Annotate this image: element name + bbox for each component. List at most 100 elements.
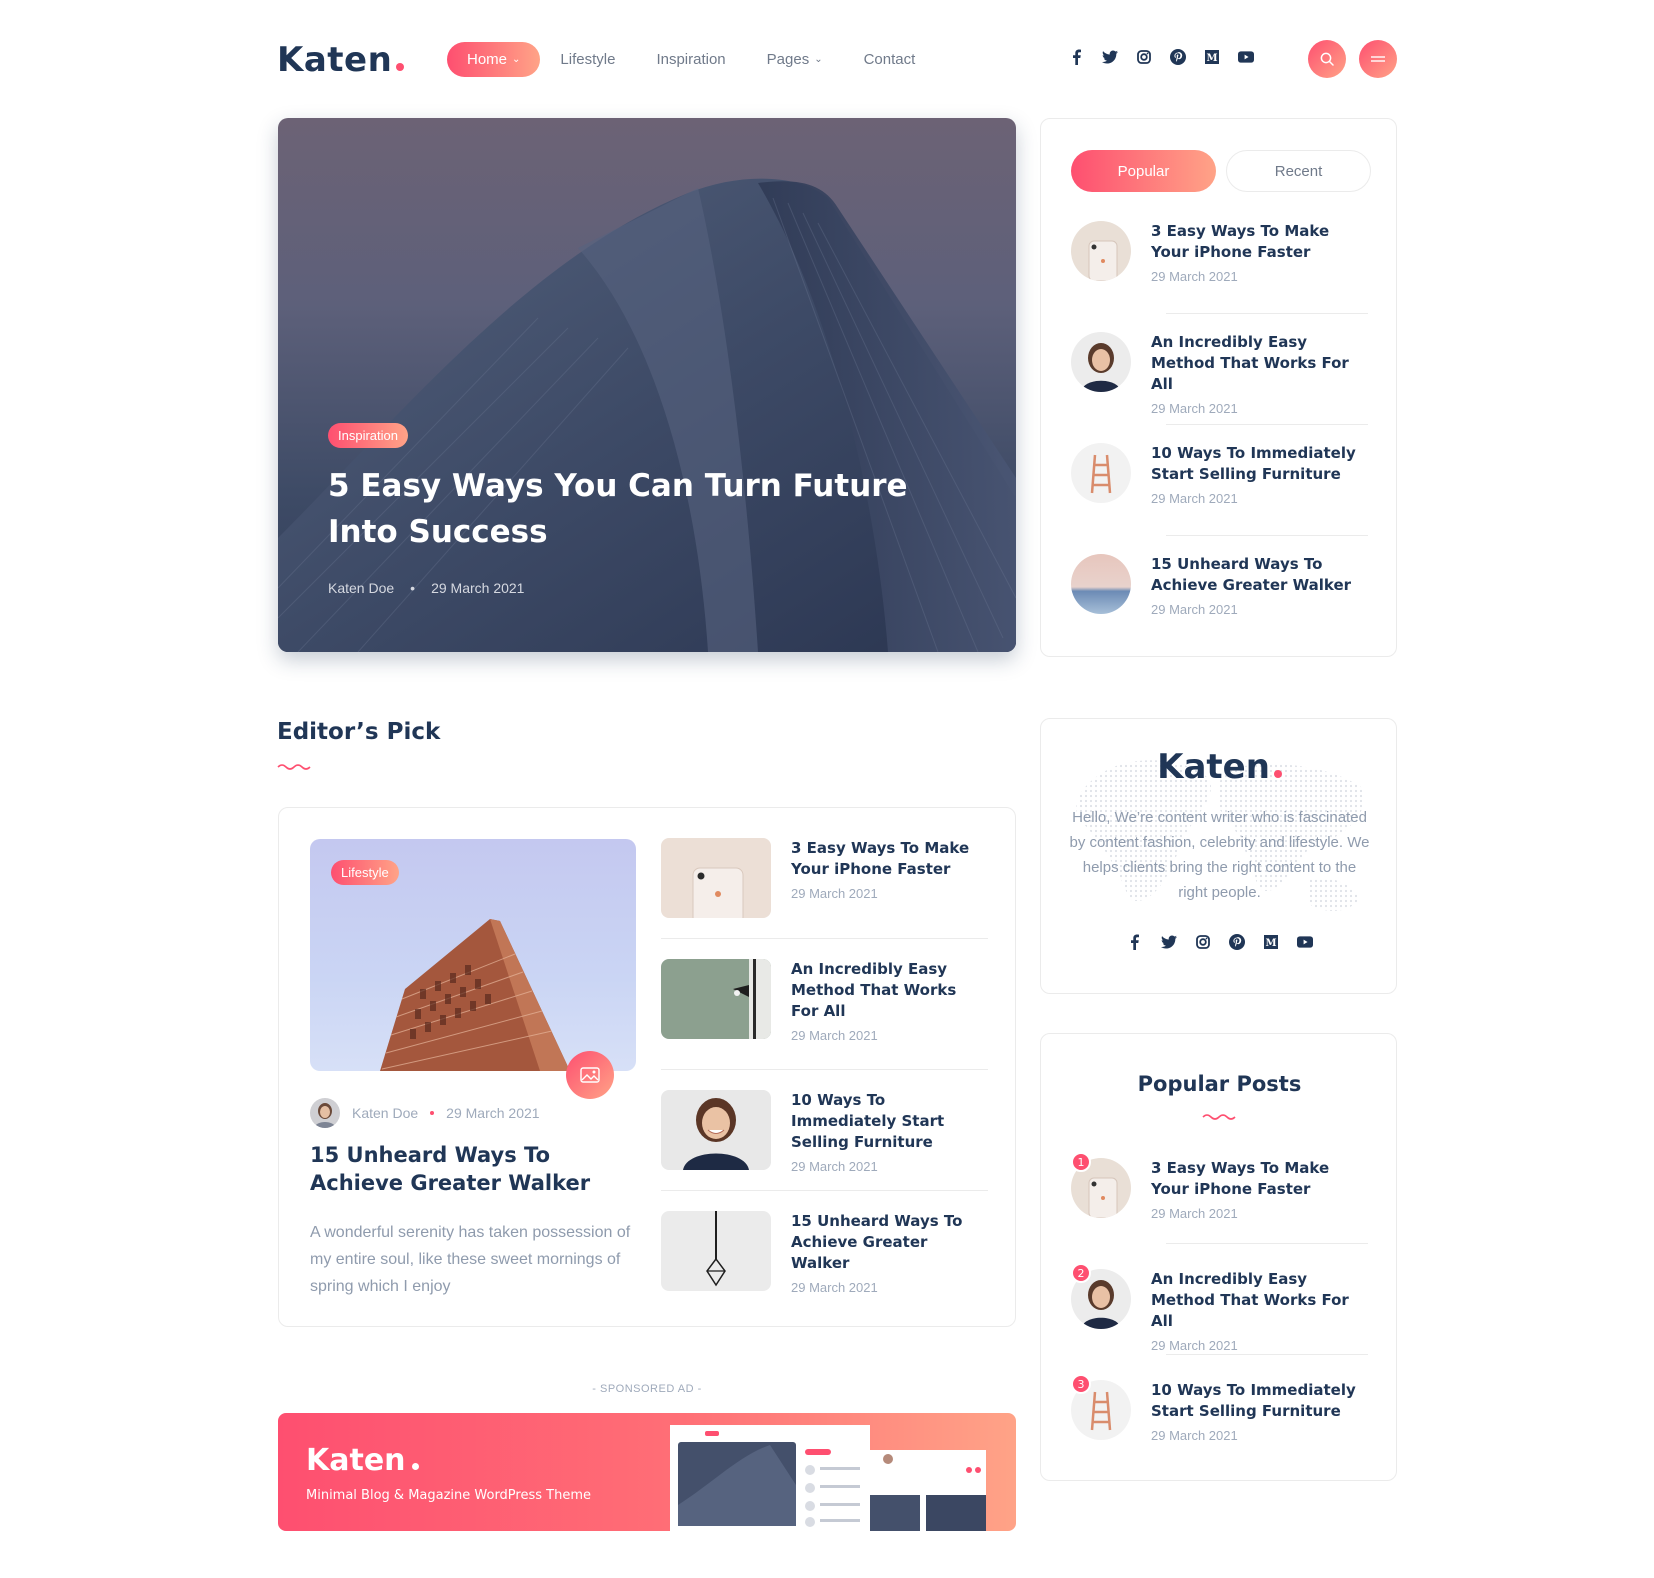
svg-text:M: M bbox=[1265, 938, 1276, 949]
post-date: 29 March 2021 bbox=[1151, 1428, 1238, 1443]
list-item[interactable]: 3 Easy Ways To Make Your iPhone Faster 29… bbox=[1071, 221, 1368, 332]
nav-lifestyle-label: Lifestyle bbox=[560, 50, 616, 68]
logo-dot bbox=[1273, 770, 1282, 778]
popular-recent-widget: Popular Recent 3 Easy Ways To Make Your … bbox=[1040, 118, 1397, 657]
meta-separator bbox=[430, 1111, 435, 1115]
post-format-button[interactable] bbox=[566, 1051, 614, 1099]
post-thumbnail[interactable] bbox=[1071, 332, 1131, 392]
nav-home-label: Home bbox=[467, 50, 508, 68]
post-title[interactable]: 3 Easy Ways To Make Your iPhone Faster bbox=[791, 838, 988, 880]
pinterest-icon[interactable] bbox=[1170, 49, 1186, 65]
hero-title[interactable]: 5 Easy Ways You Can Turn Future Into Suc… bbox=[328, 463, 968, 555]
divider bbox=[1166, 1354, 1368, 1355]
post-thumbnail[interactable] bbox=[1071, 443, 1131, 503]
logo-dot bbox=[396, 63, 405, 71]
youtube-icon[interactable] bbox=[1296, 934, 1313, 950]
facebook-icon[interactable] bbox=[1127, 934, 1143, 950]
ad-logo-text: Katen bbox=[306, 1443, 406, 1478]
list-item[interactable]: 10 Ways To Immediately Start Selling Fur… bbox=[1071, 443, 1368, 554]
medium-icon[interactable]: M bbox=[1204, 49, 1220, 65]
twitter-icon[interactable] bbox=[1160, 934, 1177, 950]
post-title[interactable]: 3 Easy Ways To Make Your iPhone Faster bbox=[1151, 221, 1368, 263]
svg-text:M: M bbox=[1206, 53, 1217, 64]
meta-separator: • bbox=[410, 580, 416, 596]
instagram-icon[interactable] bbox=[1136, 49, 1152, 65]
rank-badge: 3 bbox=[1071, 1374, 1091, 1394]
post-thumbnail[interactable] bbox=[661, 1090, 771, 1170]
list-item[interactable]: 1 3 Easy Ways To Make Your iPhone Faster… bbox=[1071, 1152, 1368, 1263]
hero-featured-post[interactable]: Inspiration 5 Easy Ways You Can Turn Fut… bbox=[278, 118, 1016, 652]
featured-post-image[interactable]: Lifestyle bbox=[310, 839, 636, 1071]
rank-badge: 2 bbox=[1071, 1263, 1091, 1283]
hero-date: 29 March 2021 bbox=[431, 580, 525, 596]
menu-button[interactable] bbox=[1359, 40, 1397, 78]
post-title[interactable]: An Incredibly Easy Method That Works For… bbox=[791, 959, 988, 1022]
main-nav: Home ⌄ Lifestyle Inspiration Pages ⌄ Conta… bbox=[447, 40, 956, 78]
nav-lifestyle[interactable]: Lifestyle bbox=[560, 51, 615, 68]
list-item[interactable]: 2 An Incredibly Easy Method That Works F… bbox=[1071, 1263, 1368, 1374]
header-socials: M bbox=[1068, 49, 1254, 65]
list-item[interactable]: 15 Unheard Ways To Achieve Greater Walke… bbox=[1071, 554, 1368, 665]
hero-category-badge[interactable]: Inspiration bbox=[328, 423, 408, 448]
nav-home[interactable]: Home ⌄ bbox=[447, 41, 541, 77]
post-thumbnail[interactable] bbox=[661, 959, 771, 1039]
facebook-icon[interactable] bbox=[1068, 49, 1084, 65]
nav-contact[interactable]: Contact bbox=[864, 51, 916, 68]
divider bbox=[661, 938, 988, 939]
list-item[interactable]: An Incredibly Easy Method That Works For… bbox=[1071, 332, 1368, 443]
post-thumbnail[interactable] bbox=[661, 838, 771, 918]
youtube-icon[interactable] bbox=[1238, 49, 1254, 65]
about-logo: Katen bbox=[1041, 747, 1396, 787]
nav-pages-label: Pages bbox=[766, 50, 810, 68]
featured-author[interactable]: Katen Doe bbox=[352, 1105, 418, 1121]
list-item[interactable]: 3 Easy Ways To Make Your iPhone Faster 29… bbox=[661, 838, 988, 918]
ad-theme-preview-image bbox=[670, 1425, 986, 1531]
post-title[interactable]: 10 Ways To Immediately Start Selling Fur… bbox=[791, 1090, 988, 1153]
ad-tagline: Minimal Blog & Magazine WordPress Theme bbox=[306, 1488, 591, 1503]
divider bbox=[661, 1069, 988, 1070]
twitter-icon[interactable] bbox=[1102, 49, 1118, 65]
post-title[interactable]: 15 Unheard Ways To Achieve Greater Walke… bbox=[791, 1211, 988, 1274]
nav-pages[interactable]: Pages ⌄ bbox=[767, 51, 823, 68]
featured-title[interactable]: 15 Unheard Ways To Achieve Greater Walke… bbox=[310, 1141, 640, 1197]
post-date: 29 March 2021 bbox=[1151, 401, 1238, 416]
post-title[interactable]: An Incredibly Easy Method That Works For… bbox=[1151, 332, 1368, 395]
ad-logo-dot bbox=[411, 1463, 419, 1470]
search-button[interactable] bbox=[1308, 40, 1346, 78]
about-widget: Katen Hello, We’re content writer who is… bbox=[1040, 718, 1397, 994]
medium-icon[interactable]: M bbox=[1263, 934, 1279, 950]
featured-date: 29 March 2021 bbox=[446, 1105, 540, 1121]
tab-recent[interactable]: Recent bbox=[1226, 150, 1371, 192]
list-item[interactable]: 3 10 Ways To Immediately Start Selling F… bbox=[1071, 1374, 1368, 1485]
squiggle-divider bbox=[1202, 1114, 1236, 1120]
post-title[interactable]: 10 Ways To Immediately Start Selling Fur… bbox=[1151, 443, 1368, 485]
post-thumbnail[interactable] bbox=[1071, 554, 1131, 614]
pinterest-icon[interactable] bbox=[1228, 934, 1245, 950]
post-title[interactable]: 15 Unheard Ways To Achieve Greater Walke… bbox=[1151, 554, 1368, 596]
instagram-icon[interactable] bbox=[1195, 934, 1211, 950]
list-item[interactable]: 15 Unheard Ways To Achieve Greater Walke… bbox=[661, 1211, 988, 1295]
post-title[interactable]: 3 Easy Ways To Make Your iPhone Faster bbox=[1151, 1158, 1368, 1200]
post-date: 29 March 2021 bbox=[791, 886, 878, 901]
editors-pick-card: Lifestyle Katen Doe 29 March 2021 15 Unh… bbox=[278, 807, 1016, 1327]
post-title[interactable]: 10 Ways To Immediately Start Selling Fur… bbox=[1151, 1380, 1368, 1422]
post-date: 29 March 2021 bbox=[791, 1028, 878, 1043]
popular-posts-heading: Popular Posts bbox=[1137, 1072, 1302, 1096]
featured-category-badge[interactable]: Lifestyle bbox=[331, 860, 399, 885]
nav-inspiration-label: Inspiration bbox=[656, 50, 726, 68]
post-date: 29 March 2021 bbox=[791, 1159, 878, 1174]
sponsored-ad-banner[interactable]: Katen Minimal Blog & Magazine WordPress … bbox=[278, 1413, 1016, 1531]
site-logo[interactable]: Katen bbox=[277, 40, 405, 80]
list-item[interactable]: An Incredibly Easy Method That Works For… bbox=[661, 959, 988, 1043]
post-thumbnail[interactable] bbox=[1071, 221, 1131, 281]
post-title[interactable]: An Incredibly Easy Method That Works For… bbox=[1151, 1269, 1368, 1332]
logo-text: Katen bbox=[277, 40, 393, 80]
avatar[interactable] bbox=[310, 1098, 340, 1128]
list-item[interactable]: 10 Ways To Immediately Start Selling Fur… bbox=[661, 1090, 988, 1174]
featured-meta: Katen Doe 29 March 2021 bbox=[310, 1098, 540, 1128]
tab-popular[interactable]: Popular bbox=[1071, 150, 1216, 192]
hero-author[interactable]: Katen Doe bbox=[328, 580, 394, 596]
post-thumbnail[interactable] bbox=[661, 1211, 771, 1291]
divider bbox=[1166, 1243, 1368, 1244]
nav-inspiration[interactable]: Inspiration bbox=[656, 51, 725, 68]
